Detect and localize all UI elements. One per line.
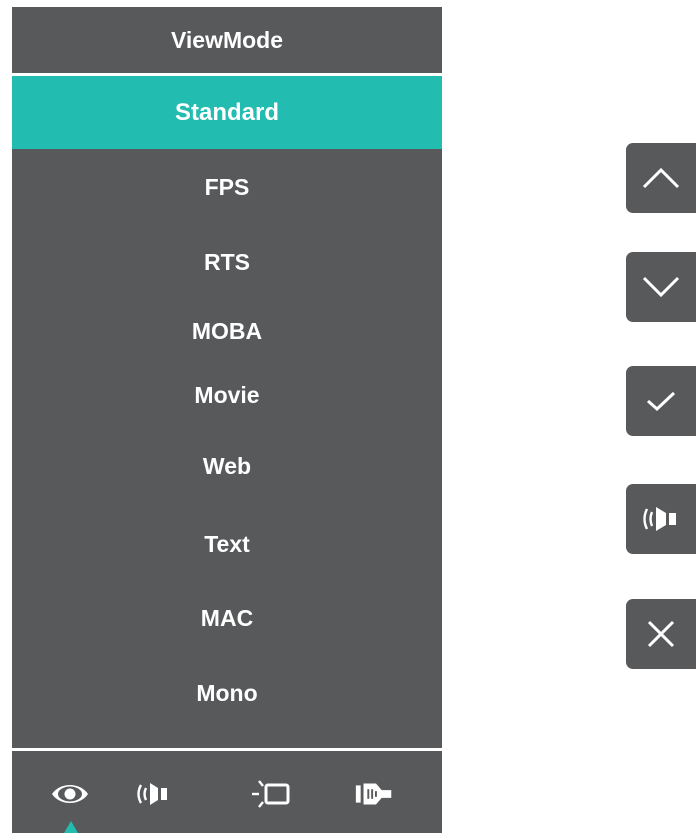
chevron-up-icon xyxy=(642,167,680,189)
footer-divider xyxy=(12,748,442,751)
eye-icon[interactable] xyxy=(48,777,92,811)
display-brightness-icon[interactable] xyxy=(249,777,293,811)
menu-title: ViewMode xyxy=(170,26,284,53)
menu-item-web[interactable]: Web xyxy=(12,434,442,498)
audio-key[interactable] xyxy=(626,484,696,554)
menu-category-bar xyxy=(12,755,442,833)
osd-screen: ViewMode Standard FPS RTS MOBA Movie Web… xyxy=(0,0,696,833)
confirm-key[interactable] xyxy=(626,366,696,436)
input-source-icon[interactable] xyxy=(353,777,397,811)
menu-item-moba[interactable]: MOBA xyxy=(12,299,442,363)
menu-item-mac[interactable]: MAC xyxy=(12,586,442,650)
up-key[interactable] xyxy=(626,143,696,213)
viewmode-menu: ViewMode Standard FPS RTS MOBA Movie Web… xyxy=(12,7,442,833)
menu-item-mono[interactable]: Mono xyxy=(12,661,442,725)
checkmark-icon xyxy=(647,391,676,412)
down-key[interactable] xyxy=(626,252,696,322)
active-category-indicator xyxy=(64,821,78,833)
close-icon xyxy=(647,620,675,648)
menu-item-standard[interactable]: Standard xyxy=(12,76,442,149)
menu-item-rts[interactable]: RTS xyxy=(12,230,442,294)
audio-speaker-icon xyxy=(643,507,676,531)
chevron-down-icon xyxy=(642,276,680,298)
exit-key[interactable] xyxy=(626,599,696,669)
menu-item-text[interactable]: Text xyxy=(12,512,442,576)
audio-speaker-icon[interactable] xyxy=(131,777,175,811)
menu-item-fps[interactable]: FPS xyxy=(12,155,442,219)
menu-item-movie[interactable]: Movie xyxy=(12,363,442,427)
